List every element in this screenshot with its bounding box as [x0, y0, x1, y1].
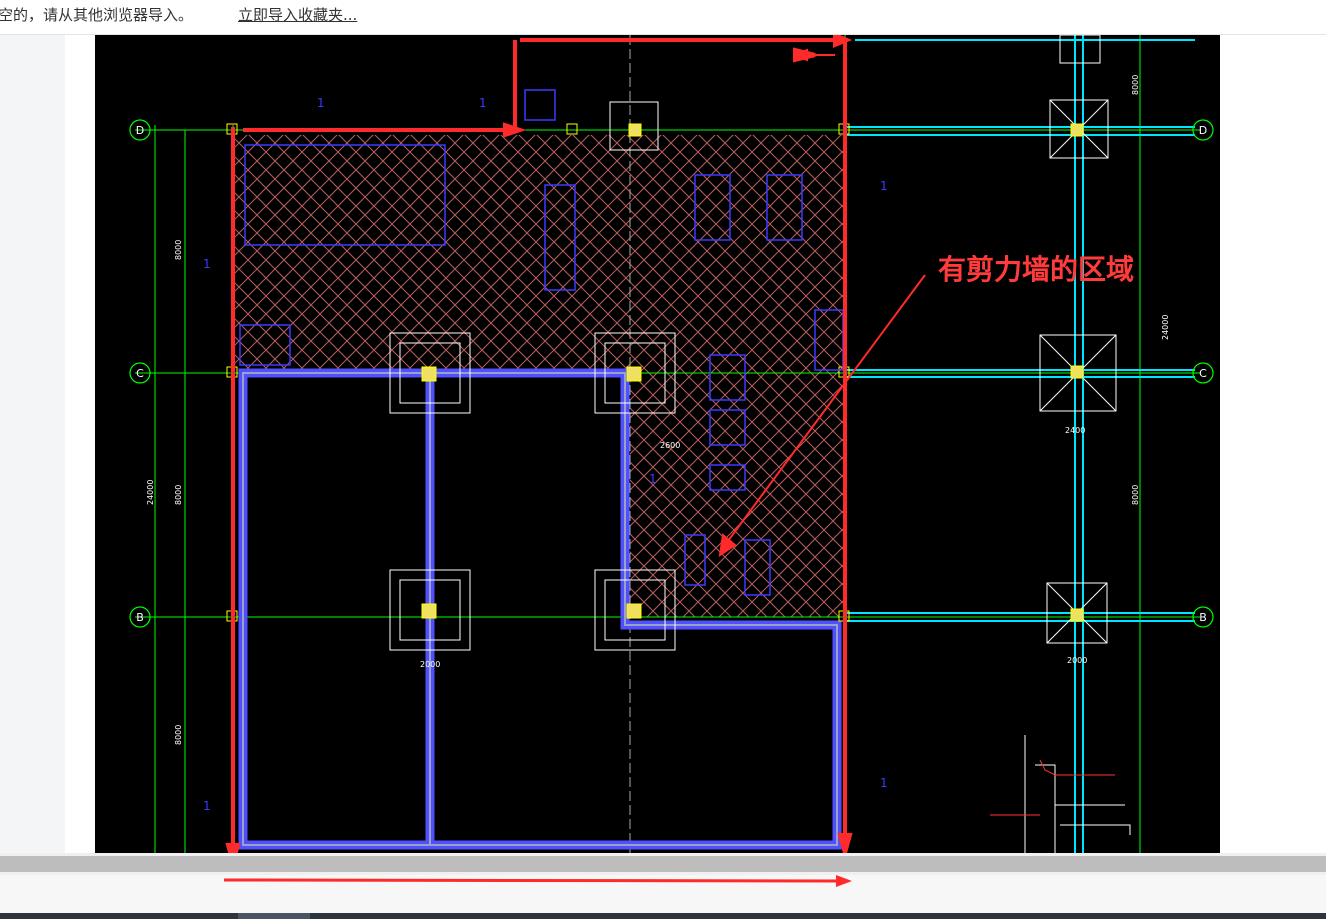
dim-left-2: 8000 — [174, 485, 183, 505]
axis-label-c-right: C — [1199, 367, 1207, 380]
dim-left-3: 8000 — [174, 725, 183, 745]
section-mark-7: 1 — [880, 776, 888, 790]
dim-right-total: 24000 — [1161, 315, 1170, 340]
scrollbar-thumb[interactable] — [0, 856, 1326, 872]
axis-label-b-left: B — [136, 611, 144, 624]
cad-drawing: D C B D C B 8000 8000 8000 24000 8000 80… — [95, 32, 1220, 871]
section-mark-2: 1 — [479, 96, 487, 110]
beams — [845, 35, 1195, 853]
horizontal-scrollbar[interactable] — [0, 853, 1326, 875]
banner-message: 空的，请从其他浏览器导入。 — [0, 6, 194, 24]
import-banner: 空的，请从其他浏览器导入。 立即导入收藏夹... — [0, 0, 1326, 35]
axis-label-b-right: B — [1199, 611, 1207, 624]
axis-label-c-left: C — [136, 367, 144, 380]
detail-sketch — [1024, 735, 1131, 853]
dim-footing-1: 2000 — [420, 660, 440, 669]
section-mark-3: 1 — [203, 257, 211, 271]
import-favorites-link[interactable]: 立即导入收藏夹... — [238, 4, 357, 25]
left-gutter — [0, 35, 65, 853]
bottom-arrow — [223, 875, 852, 887]
axis-label-d-left: D — [136, 124, 144, 137]
dim-right-1: 8000 — [1131, 485, 1140, 505]
cad-canvas: D C B D C B 8000 8000 8000 24000 8000 80… — [129, 32, 1214, 871]
axis-label-d-right: D — [1199, 124, 1207, 137]
dim-footing-2: 2400 — [1065, 426, 1085, 435]
dim-footing-3: 2000 — [1067, 656, 1087, 665]
shear-wall-annotation: 有剪力墙的区域 — [938, 253, 1135, 286]
taskbar-item[interactable] — [238, 913, 310, 919]
section-mark-4: 1 — [880, 179, 888, 193]
dim-right-2: 8000 — [1131, 75, 1140, 95]
section-mark-1: 1 — [317, 96, 325, 110]
taskbar — [0, 913, 1326, 919]
dim-footing-4: 2600 — [660, 441, 680, 450]
page-edge — [65, 35, 95, 853]
right-gutter — [1220, 35, 1326, 853]
bottom-area — [0, 875, 1326, 913]
dim-left-total: 24000 — [146, 480, 155, 505]
section-mark-6: 1 — [203, 799, 211, 813]
section-mark-5: 1 — [649, 472, 657, 486]
dim-left-1: 8000 — [174, 240, 183, 260]
